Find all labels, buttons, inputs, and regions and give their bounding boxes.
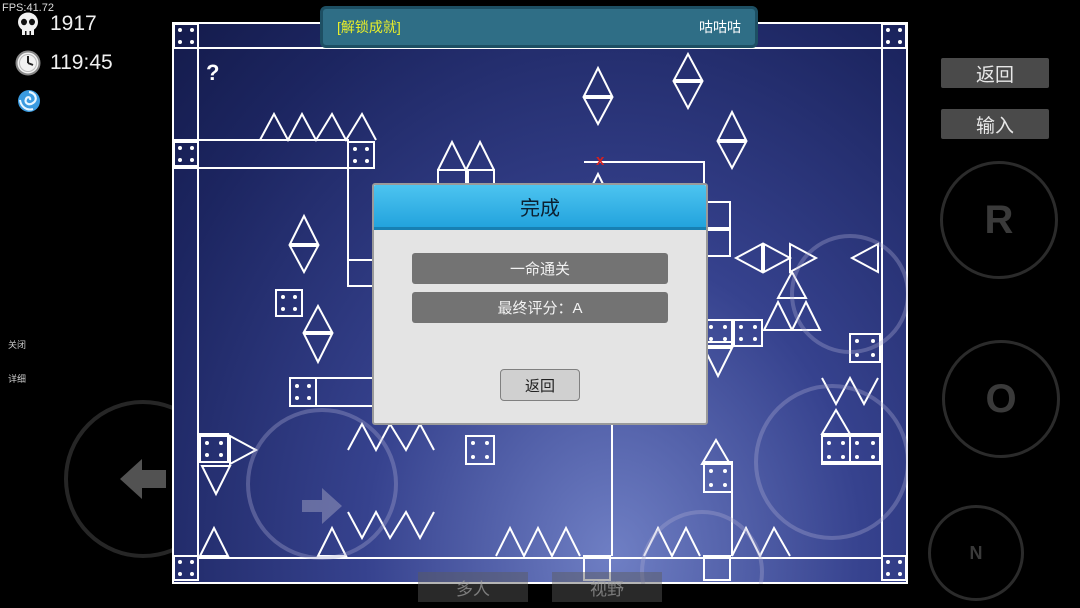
result-no-death: 一命通关 — [412, 253, 668, 284]
achievement-banner: [解锁成就] 咕咕咕 — [320, 6, 758, 48]
death-count: 1917 — [50, 12, 97, 35]
result-final-score: 最终评分：A — [412, 292, 668, 323]
close-link[interactable]: 关闭 — [8, 338, 26, 351]
achievement-tag: [解锁成就] — [337, 19, 401, 35]
save-marker: x — [596, 152, 605, 169]
completion-dialog: 完成 一命通关 最终评分：A 返回 — [372, 183, 708, 425]
skull-icon — [18, 12, 38, 35]
timer: 119:45 — [14, 49, 113, 77]
n-button[interactable]: N — [928, 505, 1024, 601]
player-name: 咕咕咕 — [699, 19, 741, 35]
detail-link[interactable]: 详细 — [8, 372, 26, 385]
multiplayer-button[interactable]: 多人 — [418, 572, 528, 602]
death-counter: 1917 — [14, 10, 97, 38]
dialog-title: 完成 — [374, 185, 706, 230]
o-button[interactable]: O — [942, 340, 1060, 458]
swirl-icon — [18, 90, 40, 112]
r-button[interactable]: R — [940, 161, 1058, 279]
view-button[interactable]: 视野 — [552, 572, 662, 602]
time-value: 119:45 — [50, 51, 113, 74]
mode-indicator — [16, 88, 42, 119]
hint-question-mark: ? — [206, 60, 220, 85]
clock-icon — [15, 50, 41, 76]
input-button[interactable]: 输入 — [941, 109, 1049, 139]
dialog-back-button[interactable]: 返回 — [500, 369, 580, 401]
arrow-right-icon — [302, 488, 342, 524]
back-button[interactable]: 返回 — [941, 58, 1049, 88]
